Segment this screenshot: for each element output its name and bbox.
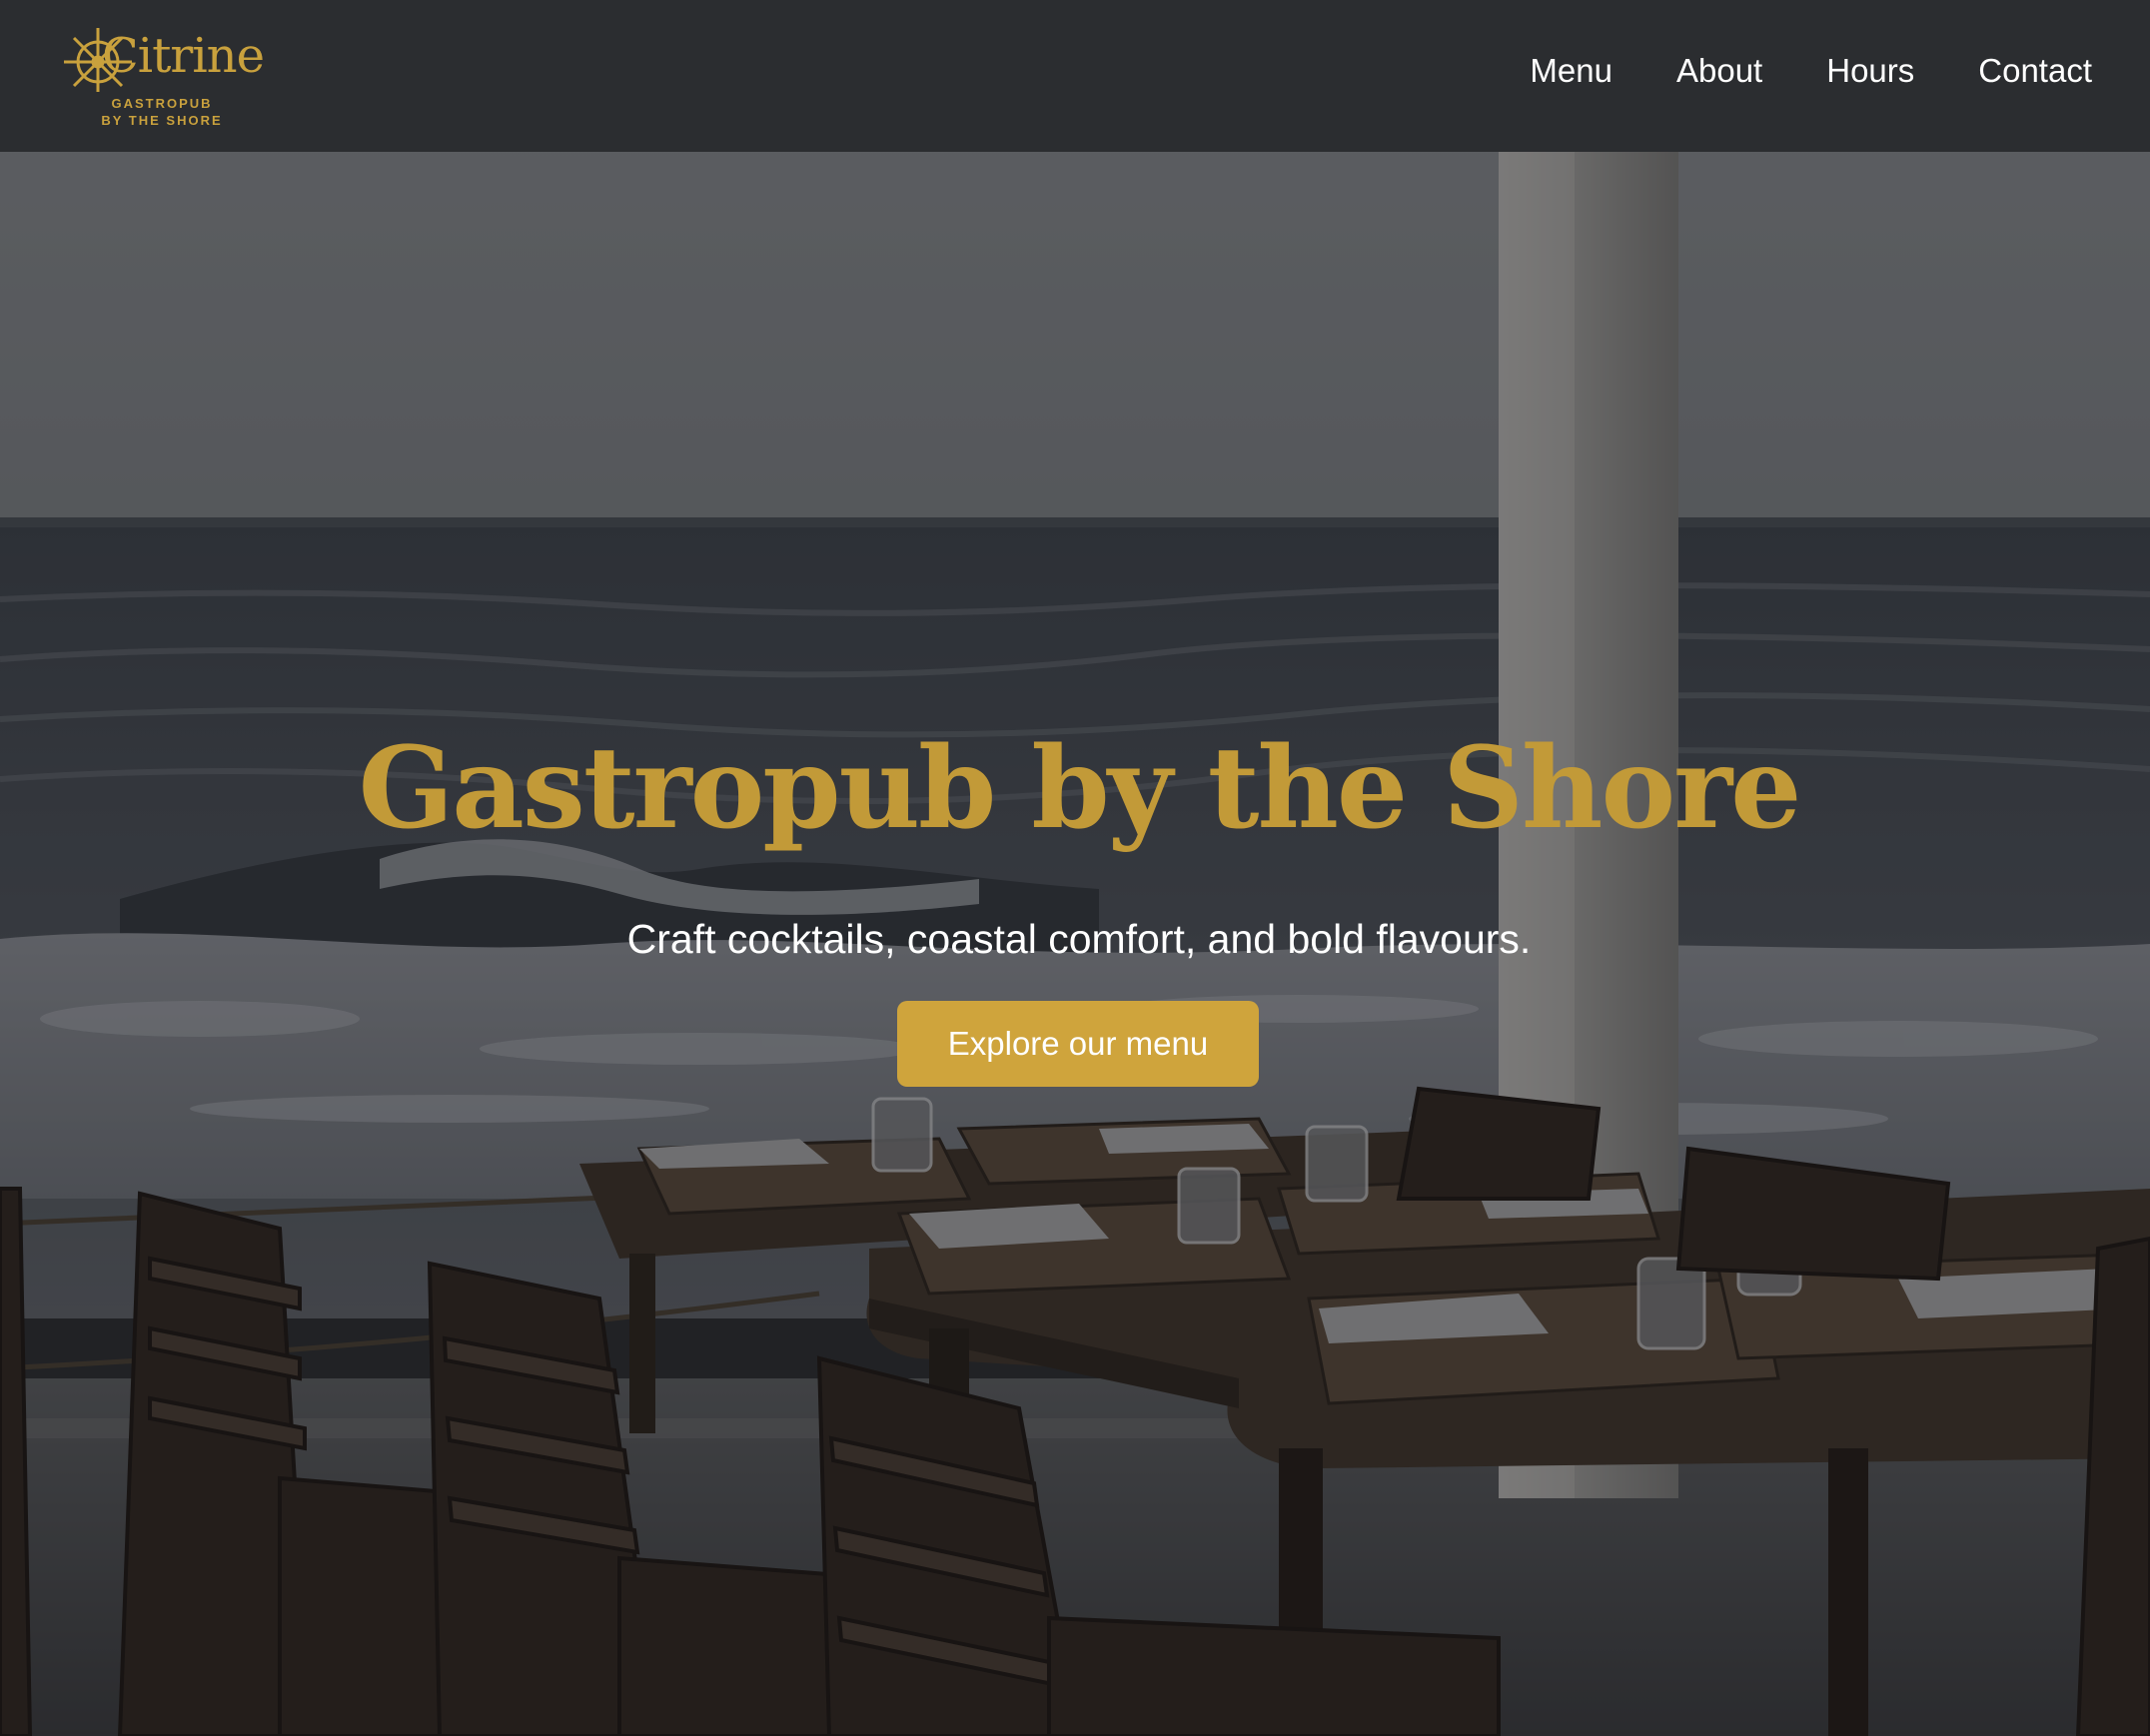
- nav-item-about[interactable]: About: [1676, 48, 1762, 94]
- brand-tagline-line1: GASTROPUB: [111, 96, 213, 111]
- site-header: Citrine GASTROPUB BY THE SHORE Menu Abou…: [0, 0, 2150, 152]
- nav-item-hours[interactable]: Hours: [1826, 48, 1914, 94]
- hero-subtitle: Craft cocktails, coastal comfort, and bo…: [626, 916, 1532, 962]
- hero-dark-overlay: [0, 0, 2150, 1736]
- page: Gastropub by the Shore Craft cocktails, …: [0, 0, 2150, 1736]
- hero-section: Gastropub by the Shore Craft cocktails, …: [0, 0, 2150, 1736]
- nav-item-contact[interactable]: Contact: [1978, 48, 2092, 94]
- brand-tagline-line2: BY THE SHORE: [101, 113, 223, 128]
- brand-name: Citrine: [102, 28, 265, 84]
- explore-menu-button[interactable]: Explore our menu: [897, 1001, 1259, 1087]
- main-nav: Menu About Hours Contact: [1466, 48, 2092, 94]
- hero-title: Gastropub by the Shore: [358, 723, 1802, 854]
- brand-logo[interactable]: Citrine GASTROPUB BY THE SHORE: [62, 22, 265, 132]
- nav-item-menu[interactable]: Menu: [1530, 48, 1612, 94]
